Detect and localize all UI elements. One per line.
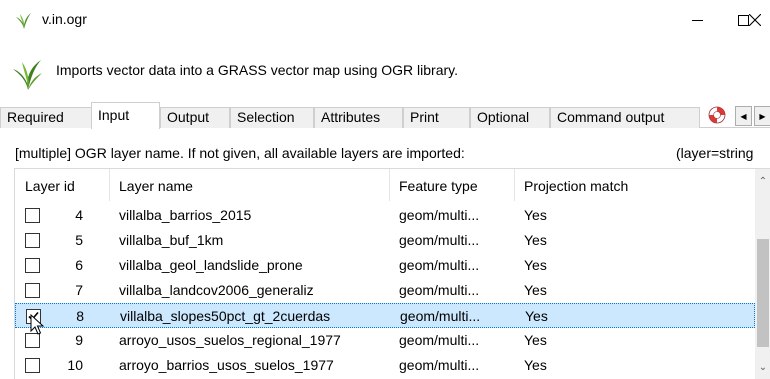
projection-match: Yes [525, 308, 548, 324]
row-checkbox[interactable] [25, 258, 40, 273]
tab-attributes[interactable]: Attributes [314, 107, 403, 128]
tab-print[interactable]: Print [403, 107, 470, 128]
scroll-up-button[interactable]: ⌃ [755, 173, 770, 190]
list-row[interactable]: 4 villalba_barrios_2015 geom/multi... Ye… [15, 203, 755, 228]
minimize-icon [691, 19, 703, 21]
layer-field-key: (layer=string [676, 145, 754, 161]
scrollbar-thumb[interactable] [757, 239, 769, 347]
list-row[interactable]: 6 villalba_geol_landslide_prone geom/mul… [15, 253, 755, 278]
column-divider[interactable] [389, 169, 390, 201]
feature-type: geom/multi... [399, 332, 480, 348]
list-row[interactable]: 9 arroyo_usos_suelos_regional_1977 geom/… [15, 328, 755, 353]
tab-output[interactable]: Output [160, 107, 230, 128]
column-header-feature-type[interactable]: Feature type [399, 178, 478, 194]
projection-match: Yes [524, 207, 547, 223]
chevron-left-icon: ◀ [740, 111, 747, 121]
chevron-down-icon: ⌄ [758, 362, 768, 373]
chevron-right-icon: ▶ [759, 111, 766, 121]
grass-app-icon [16, 13, 31, 29]
tab-optional[interactable]: Optional [470, 107, 550, 128]
close-icon[interactable] [749, 14, 761, 26]
layer-list[interactable]: Layer id Layer name Feature type Project… [14, 168, 770, 379]
tab-input[interactable]: Input [91, 102, 160, 129]
layer-name: villalba_slopes50pct_gt_2cuerdas [120, 308, 331, 324]
tab-command-output[interactable]: Command output [550, 107, 700, 128]
tab-scroll-left-button[interactable]: ◀ [735, 106, 752, 126]
list-row[interactable]: 10 arroyo_barrios_usos_suelos_1977 geom/… [15, 353, 755, 378]
projection-match: Yes [524, 357, 547, 373]
layer-id: 7 [75, 282, 83, 298]
row-checkbox[interactable] [25, 233, 40, 248]
column-divider[interactable] [514, 169, 515, 201]
mouse-pointer-icon [30, 314, 45, 335]
layer-field-label: [multiple] OGR layer name. If not given,… [15, 145, 465, 161]
projection-match: Yes [524, 232, 547, 248]
layer-name: arroyo_barrios_usos_suelos_1977 [119, 357, 334, 373]
row-checkbox[interactable] [25, 208, 40, 223]
column-header-layer-id[interactable]: Layer id [25, 178, 75, 194]
vertical-scrollbar[interactable]: ⌃ ⌄ [755, 169, 770, 379]
projection-match: Yes [524, 257, 547, 273]
chevron-up-icon: ⌃ [758, 176, 768, 187]
layer-name: villalba_buf_1km [119, 232, 224, 248]
module-description: Imports vector data into a GRASS vector … [56, 62, 459, 78]
title-bar: v.in.ogr [0, 0, 770, 40]
layer-name: arroyo_usos_suelos_regional_1977 [119, 332, 341, 348]
lifebuoy-icon[interactable] [708, 106, 726, 124]
layer-name: villalba_landcov2006_generaliz [119, 282, 314, 298]
row-checkbox[interactable] [25, 283, 40, 298]
list-row[interactable]: 5 villalba_buf_1km geom/multi... Yes [15, 228, 755, 253]
feature-type: geom/multi... [399, 207, 480, 223]
feature-type: geom/multi... [399, 232, 480, 248]
layer-name: villalba_geol_landslide_prone [119, 257, 303, 273]
tab-selection[interactable]: Selection [230, 107, 314, 128]
grass-module-icon [13, 60, 42, 90]
list-row-selected[interactable]: 8 villalba_slopes50pct_gt_2cuerdas geom/… [15, 303, 755, 328]
row-checkbox[interactable] [25, 358, 40, 373]
projection-match: Yes [524, 282, 547, 298]
feature-type: geom/multi... [399, 257, 480, 273]
layer-id: 4 [75, 207, 83, 223]
layer-id: 8 [76, 308, 84, 324]
minimize-button[interactable] [674, 0, 720, 40]
column-header-projection-match[interactable]: Projection match [524, 178, 628, 194]
feature-type: geom/multi... [400, 308, 481, 324]
layer-id: 9 [75, 332, 83, 348]
feature-type: geom/multi... [399, 357, 480, 373]
window-title: v.in.ogr [42, 11, 87, 27]
tab-scroll-right-button[interactable]: ▶ [754, 106, 770, 126]
layer-id: 5 [75, 232, 83, 248]
column-header-layer-name[interactable]: Layer name [119, 178, 193, 194]
tab-required[interactable]: Required [0, 107, 92, 128]
list-row[interactable]: 7 villalba_landcov2006_generaliz geom/mu… [15, 278, 755, 303]
maximize-icon [737, 14, 749, 26]
column-divider[interactable] [109, 169, 110, 201]
layer-name: villalba_barrios_2015 [119, 207, 252, 223]
scroll-down-button[interactable]: ⌄ [755, 359, 770, 376]
layer-id: 10 [67, 357, 83, 373]
layer-id: 6 [75, 257, 83, 273]
projection-match: Yes [524, 332, 547, 348]
tab-bar: Required Input Output Selection Attribut… [0, 102, 770, 129]
feature-type: geom/multi... [399, 282, 480, 298]
